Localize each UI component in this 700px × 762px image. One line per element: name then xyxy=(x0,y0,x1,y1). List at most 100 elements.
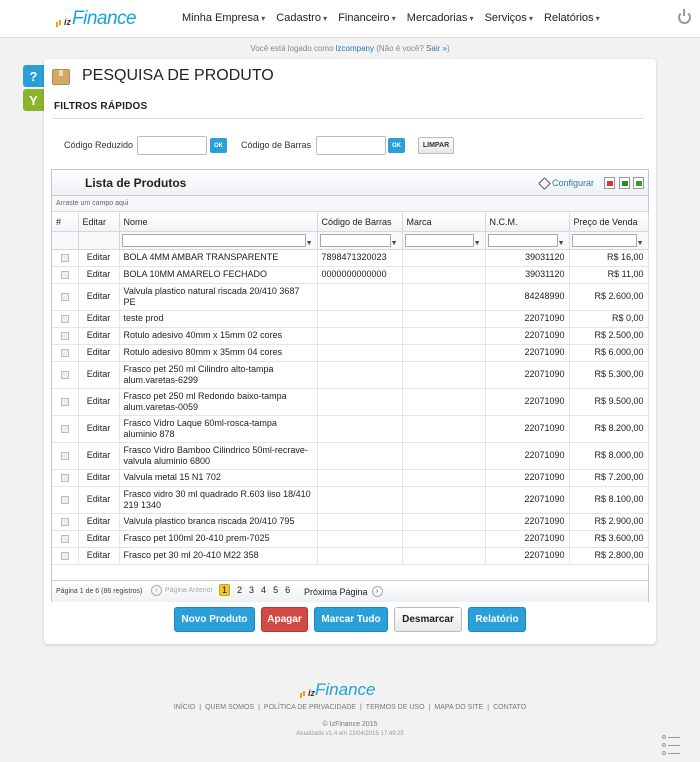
footer-link[interactable]: CONTATO xyxy=(493,704,526,711)
row-checkbox[interactable] xyxy=(60,397,69,406)
row-checkbox[interactable] xyxy=(60,495,69,504)
column-header[interactable]: Marca xyxy=(402,213,486,232)
row-checkbox[interactable] xyxy=(60,473,69,482)
codigo-barras-ok-button[interactable]: OK xyxy=(388,138,405,153)
help-tab[interactable]: ? xyxy=(23,65,44,87)
limpar-button[interactable]: LIMPAR xyxy=(418,137,454,154)
table-row[interactable]: Editar Frasco pet 250 ml Redondo baixo-ta… xyxy=(52,388,649,416)
row-checkbox[interactable] xyxy=(60,551,69,560)
row-checkbox[interactable] xyxy=(60,424,69,433)
edit-link[interactable]: Editar xyxy=(78,361,120,389)
edit-link[interactable]: Editar xyxy=(78,486,120,514)
table-row[interactable]: Editar teste prod 22071090 R$ 0,00 xyxy=(52,310,649,328)
row-checkbox[interactable] xyxy=(60,331,69,340)
page-number[interactable]: 2 xyxy=(237,585,242,595)
edit-link[interactable]: Editar xyxy=(78,469,120,487)
table-row[interactable]: Editar BOLA 4MM AMBAR TRANSPARENTE 7898471… xyxy=(52,249,649,267)
group-by-bar[interactable]: Arraste um campo aqui xyxy=(52,196,648,212)
column-header[interactable]: Nome xyxy=(119,213,318,232)
footer-link[interactable]: INÍCIO xyxy=(174,704,195,711)
table-row[interactable]: Editar Valvula plastico natural riscada 2… xyxy=(52,283,649,311)
column-filter-input[interactable] xyxy=(487,233,558,247)
table-row[interactable]: Editar Frasco pet 100ml 20-410 prem-7025 2… xyxy=(52,530,649,548)
desmarcar-button[interactable]: Desmarcar xyxy=(394,607,462,632)
table-row[interactable]: Editar Frasco pet 250 ml Cilindro alto-ta… xyxy=(52,361,649,389)
edit-link[interactable]: Editar xyxy=(78,530,120,548)
export-pdf-icon[interactable] xyxy=(604,177,615,189)
configurar-link[interactable]: Configurar xyxy=(538,177,594,190)
export-excel-icon[interactable] xyxy=(619,177,630,189)
page-number[interactable]: 3 xyxy=(249,585,254,595)
nav-item-2[interactable]: Financeiro xyxy=(338,12,396,24)
edit-link[interactable]: Editar xyxy=(78,310,120,328)
filter-dropdown-icon[interactable]: ▼ xyxy=(391,238,398,249)
session-user-link[interactable]: lzcompany xyxy=(336,44,374,53)
row-checkbox[interactable] xyxy=(60,370,69,379)
edit-link[interactable]: Editar xyxy=(78,344,120,362)
row-checkbox[interactable] xyxy=(60,517,69,526)
column-header[interactable]: Preço de Venda xyxy=(569,213,649,232)
novo-produto-button[interactable]: Novo Produto xyxy=(174,607,255,632)
column-header[interactable]: N.C.M. xyxy=(485,213,570,232)
footer-link[interactable]: MAPA DO SITE xyxy=(434,704,483,711)
edit-link[interactable]: Editar xyxy=(78,442,120,470)
table-row[interactable]: Editar Rotulo adesivo 40mm x 15mm 02 core… xyxy=(52,327,649,345)
footer-link[interactable]: QUEM SOMOS xyxy=(205,704,254,711)
filter-dropdown-icon[interactable]: ▼ xyxy=(558,238,565,249)
filter-dropdown-icon[interactable]: ▼ xyxy=(474,238,481,249)
codigo-reduzido-input[interactable] xyxy=(137,136,207,155)
footer-logo[interactable]: iz Finance xyxy=(300,680,376,700)
column-header[interactable]: Código de Barras xyxy=(317,213,403,232)
export-xlsx-icon[interactable] xyxy=(633,177,644,189)
column-filter-input[interactable] xyxy=(571,233,637,247)
table-row[interactable]: Editar Valvula metal 15 N1 702 22071090 R$ … xyxy=(52,469,649,487)
filter-dropdown-icon[interactable]: ▼ xyxy=(306,238,313,249)
table-row[interactable]: Editar Valvula plastico branca riscada 20… xyxy=(52,513,649,531)
edit-link[interactable]: Editar xyxy=(78,415,120,443)
nav-item-4[interactable]: Serviços xyxy=(485,12,533,24)
relatorio-button[interactable]: Relatório xyxy=(468,607,526,632)
edit-link[interactable]: Editar xyxy=(78,547,120,565)
footer-link[interactable]: POLÍTICA DE PRIVACIDADE xyxy=(264,704,356,711)
brand-logo[interactable]: iz Finance xyxy=(56,6,137,30)
nav-item-5[interactable]: Relatórios xyxy=(544,12,600,24)
nav-item-0[interactable]: Minha Empresa xyxy=(182,12,265,24)
column-header[interactable]: # xyxy=(52,213,79,232)
column-filter-input[interactable] xyxy=(121,233,306,247)
apagar-button[interactable]: Apagar xyxy=(261,607,308,632)
edit-link[interactable]: Editar xyxy=(78,513,120,531)
page-number[interactable]: 1 xyxy=(219,584,231,596)
row-checkbox[interactable] xyxy=(60,348,69,357)
nav-item-1[interactable]: Cadastro xyxy=(276,12,327,24)
filter-dropdown-icon[interactable]: ▼ xyxy=(637,238,644,249)
logout-link[interactable]: Sair » xyxy=(426,44,447,53)
column-filter-input[interactable] xyxy=(319,233,391,247)
next-page-button[interactable]: Próxima Página › xyxy=(304,586,386,597)
edit-link[interactable]: Editar xyxy=(78,283,120,311)
nav-item-3[interactable]: Mercadorias xyxy=(407,12,474,24)
filter-tab[interactable]: Y xyxy=(23,89,44,111)
table-row[interactable]: Editar BOLA 10MM AMARELO FECHADO 000000000… xyxy=(52,266,649,284)
table-row[interactable]: Editar Frasco Vidro Bamboo Cilindrico 50m… xyxy=(52,442,649,470)
edit-link[interactable]: Editar xyxy=(78,249,120,267)
footer-link[interactable]: TERMOS DE USO xyxy=(366,704,425,711)
edit-link[interactable]: Editar xyxy=(78,388,120,416)
page-number[interactable]: 5 xyxy=(273,585,278,595)
table-row[interactable]: Editar Rotulo adesivo 80mm x 35mm 04 core… xyxy=(52,344,649,362)
row-checkbox[interactable] xyxy=(60,451,69,460)
codigo-barras-input[interactable] xyxy=(316,136,386,155)
row-checkbox[interactable] xyxy=(60,270,69,279)
edit-link[interactable]: Editar xyxy=(78,266,120,284)
table-row[interactable]: Editar Frasco Vidro Laque 60ml-rosca-tamp… xyxy=(52,415,649,443)
row-checkbox[interactable] xyxy=(60,292,69,301)
power-icon[interactable] xyxy=(678,9,691,24)
list-menu-icon[interactable] xyxy=(662,733,682,757)
codigo-reduzido-ok-button[interactable]: OK xyxy=(210,138,227,153)
page-number[interactable]: 6 xyxy=(285,585,290,595)
column-filter-input[interactable] xyxy=(404,233,474,247)
table-row[interactable]: Editar Frasco vidro 30 ml quadrado R.603 … xyxy=(52,486,649,514)
marcar-tudo-button[interactable]: Marcar Tudo xyxy=(314,607,388,632)
row-checkbox[interactable] xyxy=(60,314,69,323)
column-header[interactable]: Editar xyxy=(78,213,120,232)
row-checkbox[interactable] xyxy=(60,534,69,543)
